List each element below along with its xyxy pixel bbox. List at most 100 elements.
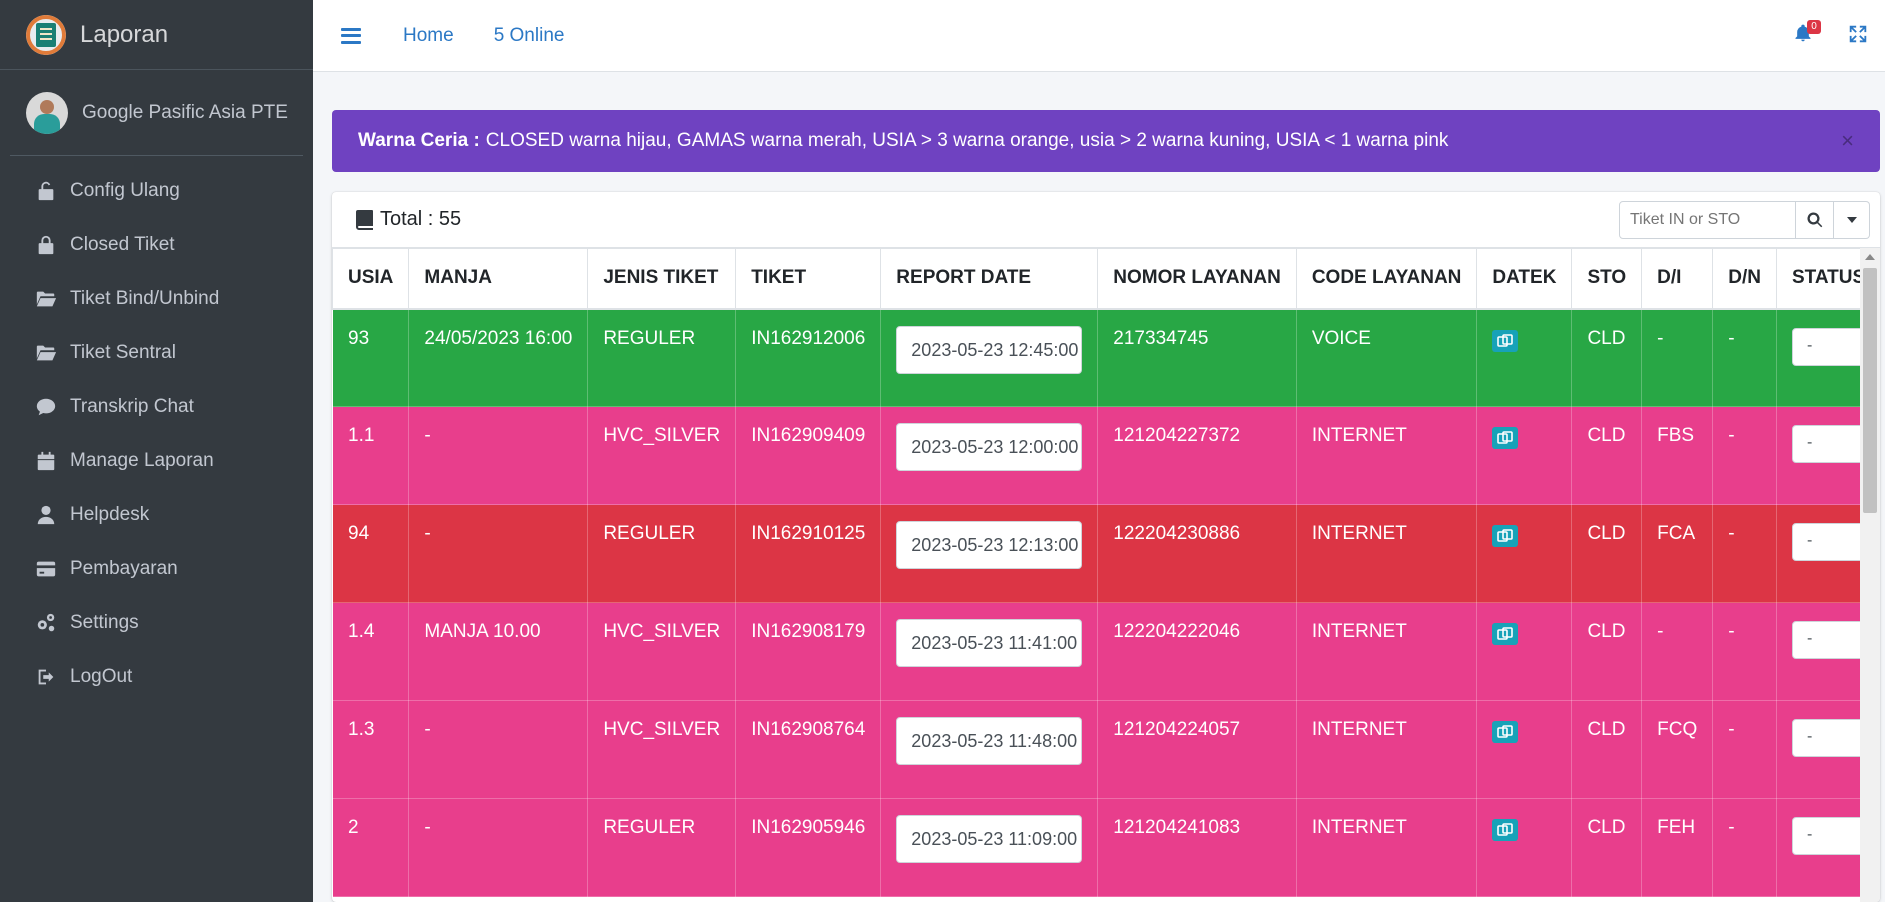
status-teknisi-select[interactable]: - bbox=[1792, 523, 1860, 561]
brand-link[interactable]: Laporan bbox=[0, 0, 313, 70]
menu-toggle-icon[interactable] bbox=[341, 27, 361, 44]
col-status-teknisi[interactable]: STATUS TEKNISI bbox=[1775, 248, 1860, 310]
sidebar-item-config-ulang[interactable]: Config Ulang bbox=[0, 164, 313, 218]
cell-manja: - bbox=[408, 700, 589, 799]
sidebar-item-helpdesk[interactable]: Helpdesk bbox=[0, 488, 313, 542]
cogs-icon bbox=[34, 612, 58, 634]
topbar: Home 5 Online 0 bbox=[313, 0, 1885, 72]
table-row[interactable]: 2 - REGULER IN162905946 2023-05-23 11:09… bbox=[332, 798, 1860, 897]
sidebar-item-pembayaran[interactable]: Pembayaran bbox=[0, 542, 313, 596]
card-header: Total : 55 bbox=[332, 192, 1880, 248]
sidebar-item-tiket-sentral[interactable]: Tiket Sentral bbox=[0, 326, 313, 380]
status-teknisi-select[interactable]: - bbox=[1792, 425, 1860, 463]
folder-open-icon bbox=[34, 342, 58, 364]
datek-copy-button[interactable] bbox=[1492, 525, 1519, 547]
status-teknisi-select[interactable]: - bbox=[1792, 817, 1860, 855]
cell-status-teknisi: - bbox=[1775, 308, 1860, 407]
table-row[interactable]: 1.4 MANJA 10.00 HVC_SILVER IN162908179 2… bbox=[332, 602, 1860, 701]
cell-sto: CLD bbox=[1571, 504, 1643, 603]
alert-close-button[interactable]: × bbox=[1841, 128, 1854, 154]
table-row[interactable]: 1.3 - HVC_SILVER IN162908764 2023-05-23 … bbox=[332, 700, 1860, 799]
col-jenis-tiket[interactable]: JENIS TIKET bbox=[587, 248, 737, 310]
status-teknisi-select[interactable]: - bbox=[1792, 621, 1860, 659]
cell-datek bbox=[1476, 602, 1573, 701]
report-date-field[interactable]: 2023-05-23 12:00:00 bbox=[896, 423, 1083, 471]
cell-manja: MANJA 10.00 bbox=[408, 602, 589, 701]
ticket-table-wrap[interactable]: USIA MANJA JENIS TIKET TIKET REPORT DATE… bbox=[332, 248, 1860, 902]
report-date-field[interactable]: 2023-05-23 12:13:00 bbox=[896, 521, 1083, 569]
sign-out-icon bbox=[34, 666, 58, 688]
cell-jenis-tiket: REGULER bbox=[587, 798, 737, 897]
sidebar-item-settings[interactable]: Settings bbox=[0, 596, 313, 650]
cell-nomor-layanan: 122204230886 bbox=[1097, 504, 1297, 603]
cell-code-layanan: VOICE bbox=[1295, 308, 1478, 407]
col-report-date[interactable]: REPORT DATE bbox=[880, 248, 1099, 310]
sidebar-item-tiket-bind-unbind[interactable]: Tiket Bind/Unbind bbox=[0, 272, 313, 326]
sidebar-item-logout[interactable]: LogOut bbox=[0, 650, 313, 704]
col-manja[interactable]: MANJA bbox=[408, 248, 589, 310]
sidebar-item-manage-laporan[interactable]: Manage Laporan bbox=[0, 434, 313, 488]
col-usia[interactable]: USIA bbox=[332, 248, 410, 310]
cell-sto: CLD bbox=[1571, 798, 1643, 897]
cell-usia: 93 bbox=[332, 308, 410, 407]
sidebar-item-label: Tiket Bind/Unbind bbox=[70, 288, 220, 309]
datek-copy-button[interactable] bbox=[1492, 427, 1519, 449]
cell-jenis-tiket: REGULER bbox=[587, 504, 737, 603]
ticket-card: Total : 55 USIA MANJA JENIS TIKET TIKET … bbox=[332, 192, 1880, 902]
cell-nomor-layanan: 121204227372 bbox=[1097, 406, 1297, 505]
table-row[interactable]: 94 - REGULER IN162910125 2023-05-23 12:1… bbox=[332, 504, 1860, 603]
datek-copy-button[interactable] bbox=[1492, 329, 1519, 352]
scroll-up-arrow-icon[interactable] bbox=[1865, 254, 1875, 260]
col-sto[interactable]: STO bbox=[1571, 248, 1643, 310]
cell-manja: - bbox=[408, 406, 589, 505]
cell-jenis-tiket: HVC_SILVER bbox=[587, 602, 737, 701]
search-dropdown-button[interactable] bbox=[1834, 201, 1870, 239]
sidebar-item-closed-tiket[interactable]: Closed Tiket bbox=[0, 218, 313, 272]
cell-datek bbox=[1476, 504, 1573, 603]
cell-tiket: IN162905946 bbox=[735, 798, 882, 897]
table-row[interactable]: 93 24/05/2023 16:00 REGULER IN162912006 … bbox=[332, 308, 1860, 407]
col-nomor-layanan[interactable]: NOMOR LAYANAN bbox=[1097, 248, 1297, 310]
col-tiket[interactable]: TIKET bbox=[735, 248, 882, 310]
status-teknisi-select[interactable]: - bbox=[1792, 327, 1860, 366]
cell-dn: - bbox=[1712, 798, 1777, 897]
cell-dn: - bbox=[1712, 504, 1777, 603]
col-di[interactable]: D/I bbox=[1641, 248, 1714, 310]
online-link[interactable]: 5 Online bbox=[494, 25, 565, 47]
home-link[interactable]: Home bbox=[403, 25, 454, 47]
sidebar-item-label: Transkrip Chat bbox=[70, 396, 194, 417]
col-datek[interactable]: DATEK bbox=[1476, 248, 1573, 310]
caret-down-icon bbox=[1846, 217, 1857, 223]
report-date-field[interactable]: 2023-05-23 11:09:00 bbox=[896, 815, 1083, 863]
fullscreen-icon[interactable] bbox=[1847, 23, 1869, 45]
cell-di: FBS bbox=[1641, 406, 1714, 505]
cell-dn: - bbox=[1712, 700, 1777, 799]
cell-dn: - bbox=[1712, 602, 1777, 701]
user-panel[interactable]: Google Pasific Asia PTE bbox=[10, 70, 303, 156]
col-dn[interactable]: D/N bbox=[1712, 248, 1777, 310]
notification-bell-icon[interactable]: 0 bbox=[1793, 20, 1821, 46]
status-teknisi-select[interactable]: - bbox=[1792, 719, 1860, 757]
datek-copy-button[interactable] bbox=[1492, 819, 1519, 841]
table-scrollbar[interactable] bbox=[1860, 248, 1880, 902]
scroll-thumb[interactable] bbox=[1863, 268, 1877, 513]
table-row[interactable]: 1.1 - HVC_SILVER IN162909409 2023-05-23 … bbox=[332, 406, 1860, 505]
report-date-field[interactable]: 2023-05-23 11:48:00 bbox=[896, 717, 1083, 765]
search-input[interactable] bbox=[1619, 201, 1796, 239]
report-date-field[interactable]: 2023-05-23 12:45:00 bbox=[896, 325, 1083, 374]
datek-copy-button[interactable] bbox=[1492, 623, 1519, 645]
cell-jenis-tiket: REGULER bbox=[587, 308, 737, 407]
report-date-field[interactable]: 2023-05-23 11:41:00 bbox=[896, 619, 1083, 667]
cell-sto: CLD bbox=[1571, 308, 1643, 407]
cell-report-date: 2023-05-23 11:41:00 bbox=[880, 602, 1099, 701]
brand-logo-icon bbox=[26, 14, 66, 55]
search-button[interactable] bbox=[1796, 201, 1834, 239]
alert-text: CLOSED warna hijau, GAMAS warna merah, U… bbox=[485, 130, 1449, 151]
cell-dn: - bbox=[1712, 308, 1777, 407]
cell-di: FCA bbox=[1641, 504, 1714, 603]
cell-datek bbox=[1476, 308, 1573, 407]
calendar-icon bbox=[34, 450, 58, 472]
col-code-layanan[interactable]: CODE LAYANAN bbox=[1295, 248, 1478, 310]
datek-copy-button[interactable] bbox=[1492, 721, 1519, 743]
sidebar-item-transkrip-chat[interactable]: Transkrip Chat bbox=[0, 380, 313, 434]
